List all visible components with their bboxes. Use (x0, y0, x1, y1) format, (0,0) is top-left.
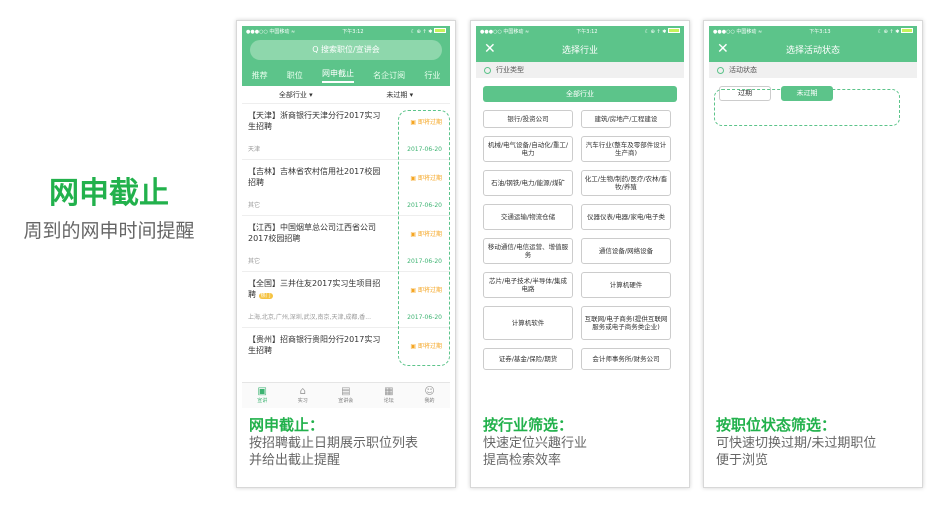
header: ✕ 选择活动状态 (709, 36, 917, 62)
status-bar: ●●●○○ 中国移动 ≈ 下午3:13 ☾ ⊕ ↑ ✱ (709, 26, 917, 36)
hero-subtitle: 周到的网申时间提醒 (23, 220, 195, 242)
section-header: 活动状态 (709, 62, 917, 78)
top-bar: ●●●○○ 中国移动 ≈ 下午3:12 ☾ ⊕ ↑ ✱ ✕ 选择行业 (476, 26, 684, 62)
battery-icon (668, 27, 680, 33)
hot-badge: 热门 (258, 293, 273, 299)
close-icon[interactable]: ✕ (717, 42, 729, 56)
hero: 网申截止 周到的网申时间提醒 (0, 168, 218, 243)
nav-item-mine[interactable]: ☺ 我的 (424, 383, 434, 408)
nav-item-talks[interactable]: ▤ 宣讲会 (338, 383, 353, 408)
presentation-icon: ▤ (341, 386, 351, 397)
screenshot-card-deadline: ●●●○○ 中国移动 ≈ 下午3:12 ☾ ⊕ ↑ ✱ Q 搜索职位/宣讲会 推… (236, 20, 456, 488)
industry-filter-dropdown[interactable]: 全部行业 ▾ (279, 90, 313, 100)
forum-icon: ▦ (384, 386, 394, 397)
highlight-dashed-box (398, 110, 450, 366)
graduation-cap-icon: ⌂ (299, 386, 306, 397)
briefcase-icon: ▣ (257, 386, 267, 397)
industry-option[interactable]: 化工/生物/制药/医疗/农林/畜牧/养殖 (581, 170, 671, 196)
tab-jobs[interactable]: 职位 (287, 70, 303, 81)
industry-option[interactable]: 建筑/房地产/工程建设 (581, 110, 671, 128)
tab-company-subscribe[interactable]: 名企订阅 (373, 70, 405, 81)
status-icon (717, 66, 724, 74)
screenshot-card-status: ●●●○○ 中国移动 ≈ 下午3:13 ☾ ⊕ ↑ ✱ ✕ 选择活动状态 活动状… (703, 20, 923, 488)
industry-option[interactable]: 芯片/电子技术/半导体/集成电路 (483, 272, 573, 298)
user-icon: ☺ (424, 386, 435, 397)
globe-icon (484, 66, 491, 74)
close-icon[interactable]: ✕ (484, 42, 496, 56)
page-title: 选择活动状态 (785, 45, 840, 56)
battery-icon (901, 27, 913, 33)
screenshot-card-industry: ●●●○○ 中国移动 ≈ 下午3:12 ☾ ⊕ ↑ ✱ ✕ 选择行业 行业类型 … (470, 20, 690, 488)
nav-item-xuanjiang[interactable]: ▣ 宣讲 (257, 383, 267, 408)
industry-option[interactable]: 证券/基金/保险/期货 (483, 348, 573, 370)
hero-title: 网申截止 (49, 176, 169, 211)
industry-option[interactable]: 交通运输/物流仓储 (483, 204, 573, 230)
tab-bar: 推荐 职位 网申截止 名企订阅 行业 (242, 64, 450, 86)
industry-option[interactable]: 计算机软件 (483, 306, 573, 340)
battery-icon (434, 27, 446, 33)
industry-option[interactable]: 移动通信/电信运营、增值服务 (483, 238, 573, 264)
industry-grid: 银行/投资公司 建筑/房地产/工程建设 机械/电气设备/自动化/重工/电力 汽车… (476, 110, 684, 370)
nav-item-forum[interactable]: ▦ 论坛 (384, 383, 394, 408)
top-bar: ●●●○○ 中国移动 ≈ 下午3:13 ☾ ⊕ ↑ ✱ ✕ 选择活动状态 (709, 26, 917, 62)
tab-recommend[interactable]: 推荐 (252, 70, 268, 81)
caption: 网申截止： 按招聘截止日期展示职位列表 并给出截止提醒 (249, 416, 419, 468)
header: ✕ 选择行业 (476, 36, 684, 62)
status-filter-dropdown[interactable]: 未过期 ▾ (386, 90, 413, 100)
industry-option[interactable]: 石油/钢铁/电力/能源/煤矿 (483, 170, 573, 196)
industry-option[interactable]: 互联网/电子商务(提供互联网服务或电子商务类企业) (581, 306, 671, 340)
top-bar: ●●●○○ 中国移动 ≈ 下午3:12 ☾ ⊕ ↑ ✱ Q 搜索职位/宣讲会 推… (242, 26, 450, 86)
phone-screen-status: ●●●○○ 中国移动 ≈ 下午3:13 ☾ ⊕ ↑ ✱ ✕ 选择活动状态 活动状… (709, 26, 917, 408)
industry-option[interactable]: 会计师事务所/财务公司 (581, 348, 671, 370)
tab-industry[interactable]: 行业 (424, 70, 440, 81)
industry-option[interactable]: 仪器仪表/电器/家电/电子类 (581, 204, 671, 230)
caption: 按职位状态筛选： 可快速切换过期/未过期职位 便于浏览 (716, 416, 877, 468)
status-bar: ●●●○○ 中国移动 ≈ 下午3:12 ☾ ⊕ ↑ ✱ (476, 26, 684, 36)
all-industries-button[interactable]: 全部行业 (483, 86, 677, 102)
caption: 按行业筛选： 快速定位兴趣行业 提高检索效率 (483, 416, 588, 468)
industry-option[interactable]: 计算机硬件 (581, 272, 671, 298)
phone-screen-deadline: ●●●○○ 中国移动 ≈ 下午3:12 ☾ ⊕ ↑ ✱ Q 搜索职位/宣讲会 推… (242, 26, 450, 408)
phone-screen-industry: ●●●○○ 中国移动 ≈ 下午3:12 ☾ ⊕ ↑ ✱ ✕ 选择行业 行业类型 … (476, 26, 684, 408)
section-header: 行业类型 (476, 62, 684, 78)
filter-bar: 全部行业 ▾ 未过期 ▾ (242, 86, 450, 104)
status-bar: ●●●○○ 中国移动 ≈ 下午3:12 ☾ ⊕ ↑ ✱ (242, 26, 450, 36)
page-title: 选择行业 (561, 45, 598, 56)
highlight-dashed-box (714, 89, 900, 126)
industry-option[interactable]: 通信设备/网络设备 (581, 238, 671, 264)
bottom-nav: ▣ 宣讲 ⌂ 实习 ▤ 宣讲会 ▦ 论坛 ☺ 我的 (242, 382, 450, 408)
search-input[interactable]: Q 搜索职位/宣讲会 (250, 40, 442, 60)
nav-item-internship[interactable]: ⌂ 实习 (298, 383, 308, 408)
tab-deadline[interactable]: 网申截止 (321, 68, 354, 83)
industry-option[interactable]: 机械/电气设备/自动化/重工/电力 (483, 136, 573, 162)
industry-option[interactable]: 汽车行业(整车及零部件设计生产商) (581, 136, 671, 162)
industry-option[interactable]: 银行/投资公司 (483, 110, 573, 128)
